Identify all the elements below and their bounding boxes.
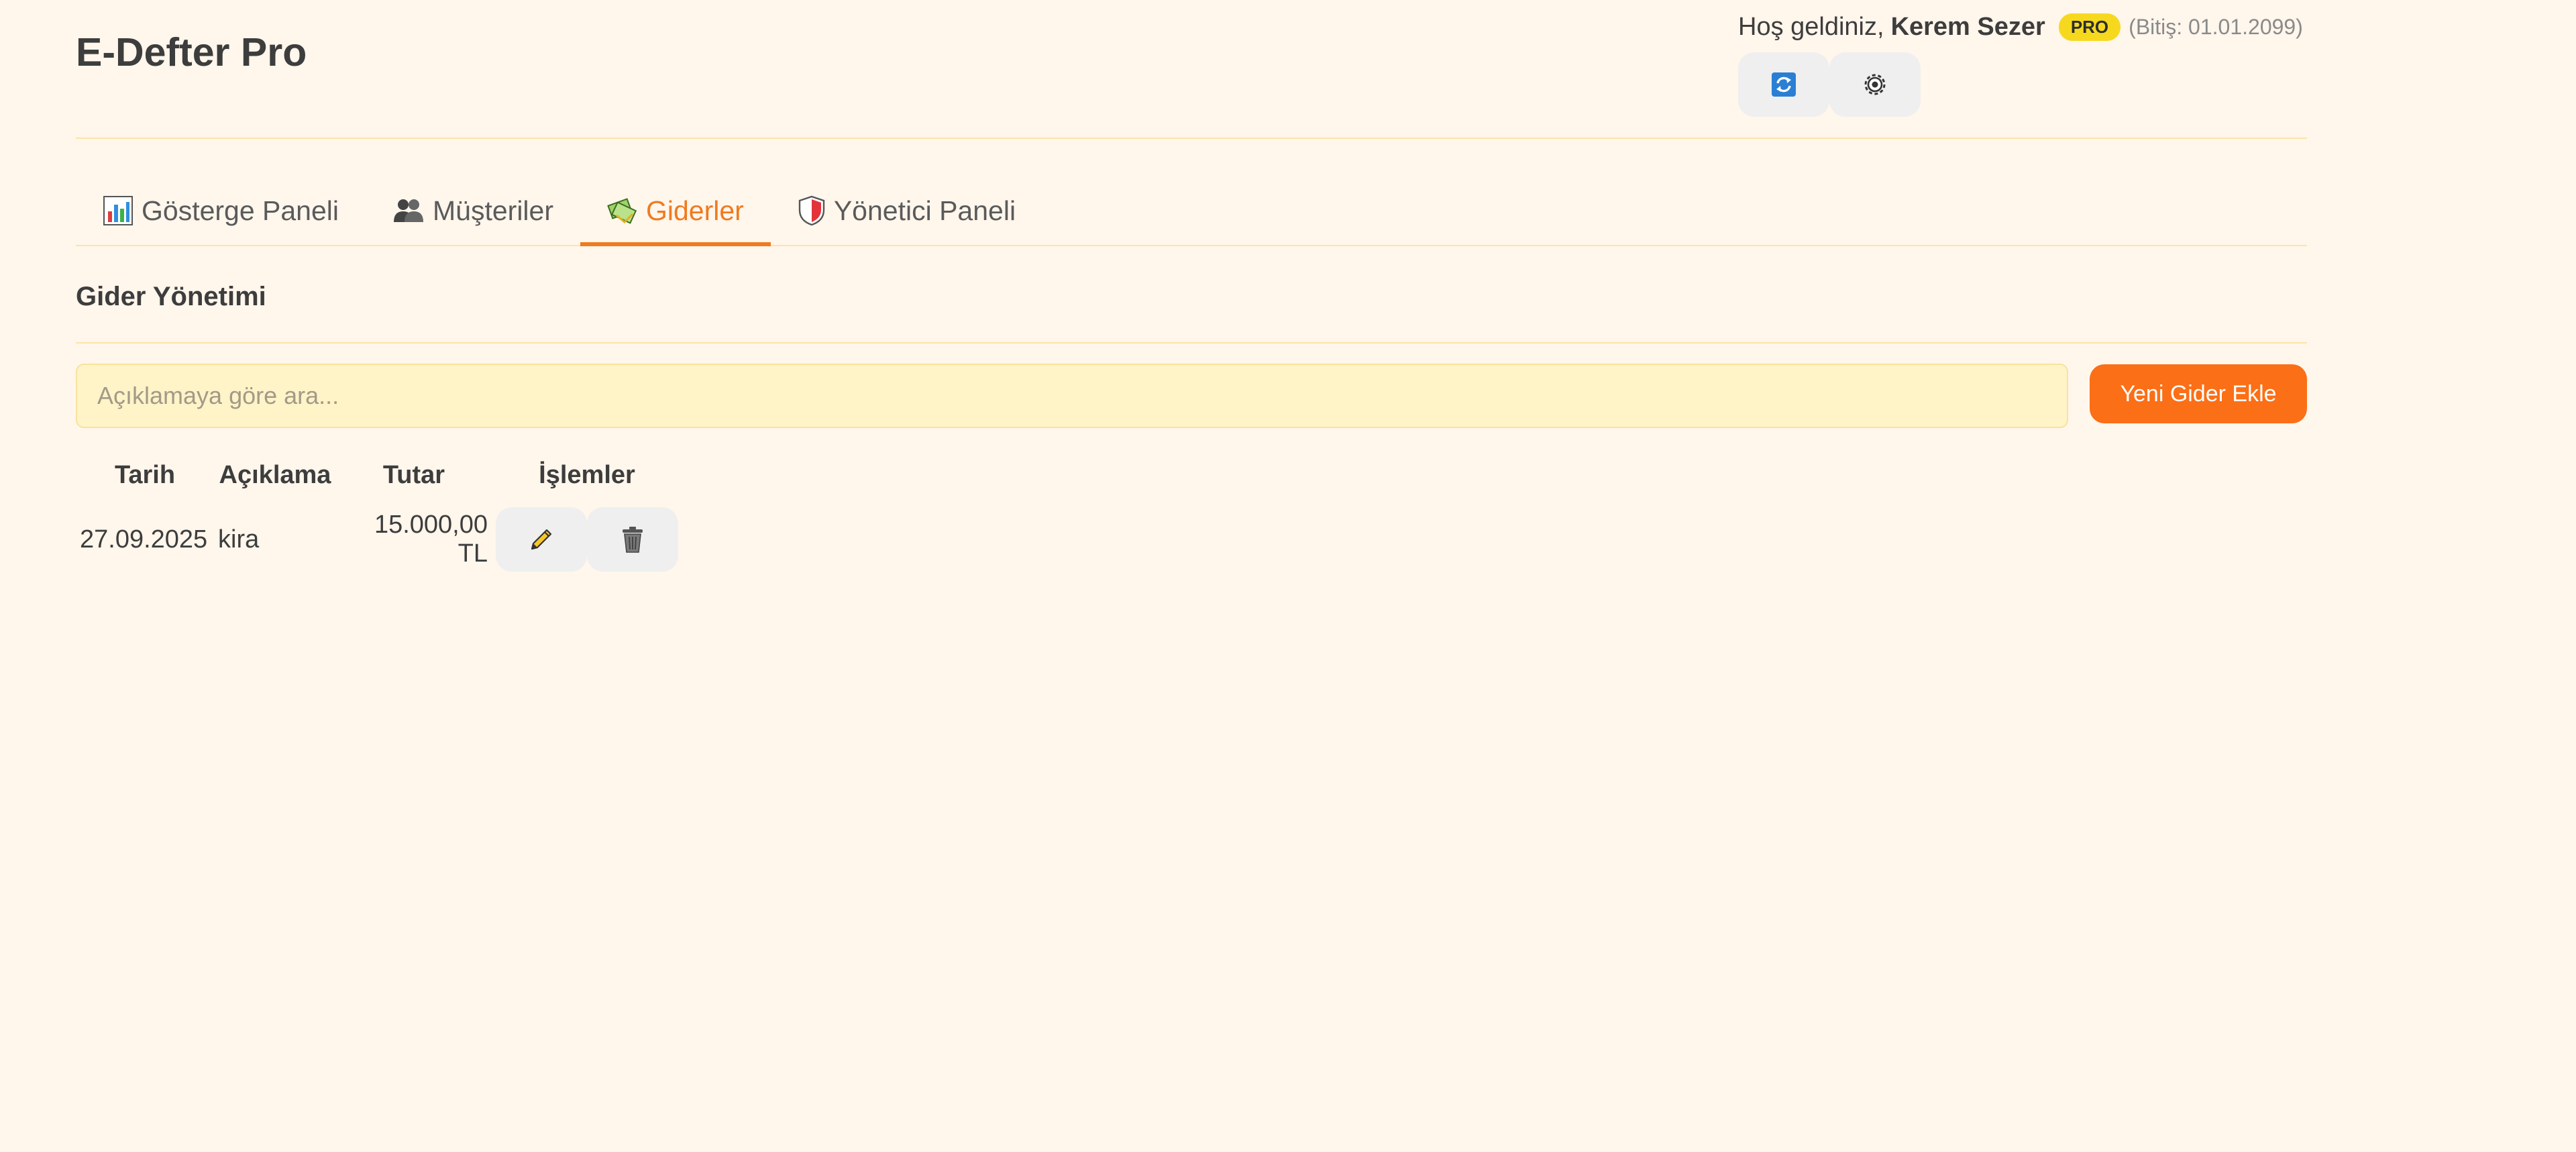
header-buttons [1738,52,2307,117]
bar-chart-icon [103,196,133,225]
subscription-expiry: (Bitiş: 01.01.2099) [2129,14,2303,39]
user-name: Kerem Sezer [1890,12,2045,41]
pencil-icon [531,529,552,550]
money-icon [607,198,637,224]
column-header-date: Tarih [114,460,176,489]
refresh-button[interactable] [1738,52,1829,117]
welcome-line: Hoş geldiniz, Kerem Sezer PRO (Bitiş: 01… [1738,9,2307,44]
edit-button[interactable] [496,507,587,572]
tab-label: Yönetici Paneli [833,195,1016,226]
column-header-actions: İşlemler [539,460,635,489]
tab-customers[interactable]: Müşteriler [366,179,580,246]
pro-badge: PRO [2058,13,2121,41]
row-actions [496,507,678,572]
tab-label: Giderler [646,195,744,226]
table-header-row: Tarih Açıklama Tutar İşlemler [76,446,682,504]
column-header-amount: Tutar [382,460,445,489]
users-icon [394,199,424,222]
shield-icon [798,195,825,226]
cell-actions [492,504,682,575]
user-area: Hoş geldiniz, Kerem Sezer PRO (Bitiş: 01… [1738,9,2307,117]
table-row: 27.09.2025 kira 15.000,00 TL [76,504,682,575]
section-title: Gider Yönetimi [76,246,2307,344]
refresh-icon [1772,72,1796,97]
app-header: E-Defter Pro Hoş geldiniz, Kerem Sezer P… [76,0,2307,139]
tab-dashboard[interactable]: Gösterge Paneli [76,179,366,246]
main-tabs: Gösterge Paneli Müşteriler Giderler Yöne… [76,139,2307,246]
search-input[interactable] [76,364,2068,428]
tab-admin-panel[interactable]: Yönetici Paneli [771,179,1042,246]
expenses-table: Tarih Açıklama Tutar İşlemler 27.09.2025… [76,446,682,575]
tab-label: Müşteriler [433,195,553,226]
gear-icon [1864,74,1886,95]
expense-toolbar: Yeni Gider Ekle [76,344,2307,428]
cell-description: kira [218,525,260,554]
cell-amount: 15.000,00 TL [374,511,488,568]
cell-date: 27.09.2025 [80,525,208,554]
add-expense-button[interactable]: Yeni Gider Ekle [2090,364,2307,423]
tab-expenses[interactable]: Giderler [580,179,771,246]
column-header-description: Açıklama [219,460,331,489]
tab-label: Gösterge Paneli [142,195,339,226]
delete-button[interactable] [587,507,678,572]
welcome-text: Hoş geldiniz, [1738,12,1884,41]
app-title: E-Defter Pro [76,30,307,74]
trash-icon [623,527,643,553]
page: E-Defter Pro Hoş geldiniz, Kerem Sezer P… [76,0,2307,572]
settings-button[interactable] [1829,52,1921,117]
